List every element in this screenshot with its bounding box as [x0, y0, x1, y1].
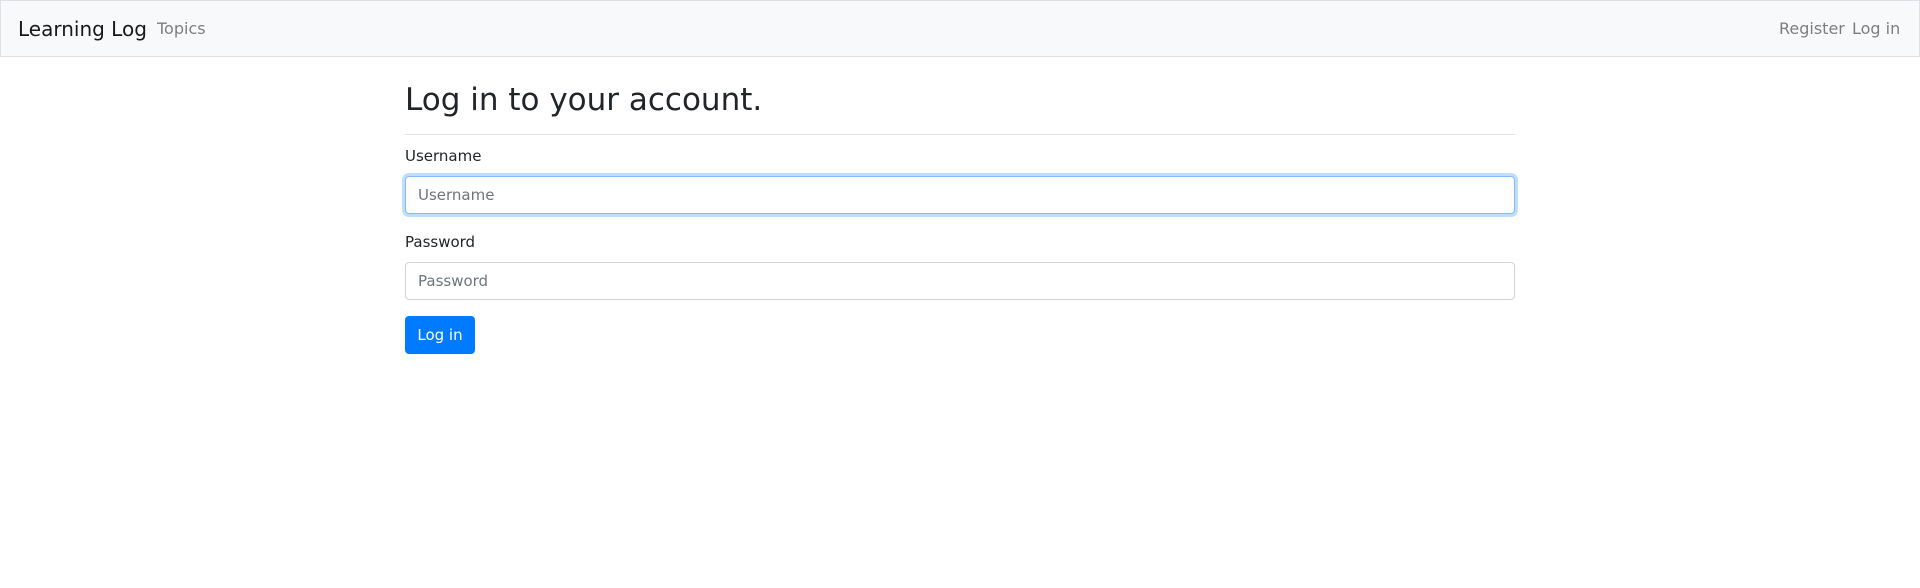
username-label: Username: [405, 147, 482, 165]
top-navbar: Learning Log Topics Register Log in: [0, 0, 1920, 57]
nav-link-topics[interactable]: Topics: [157, 19, 206, 39]
username-input[interactable]: [405, 176, 1515, 214]
login-button[interactable]: Log in: [405, 316, 475, 354]
nav-link-register[interactable]: Register: [1779, 19, 1845, 39]
brand-link[interactable]: Learning Log: [18, 16, 147, 42]
password-label: Password: [405, 233, 476, 251]
page-title: Log in to your account.: [405, 82, 763, 118]
title-divider: [405, 134, 1515, 135]
nav-link-login[interactable]: Log in: [1852, 19, 1900, 39]
password-input[interactable]: [405, 262, 1515, 300]
